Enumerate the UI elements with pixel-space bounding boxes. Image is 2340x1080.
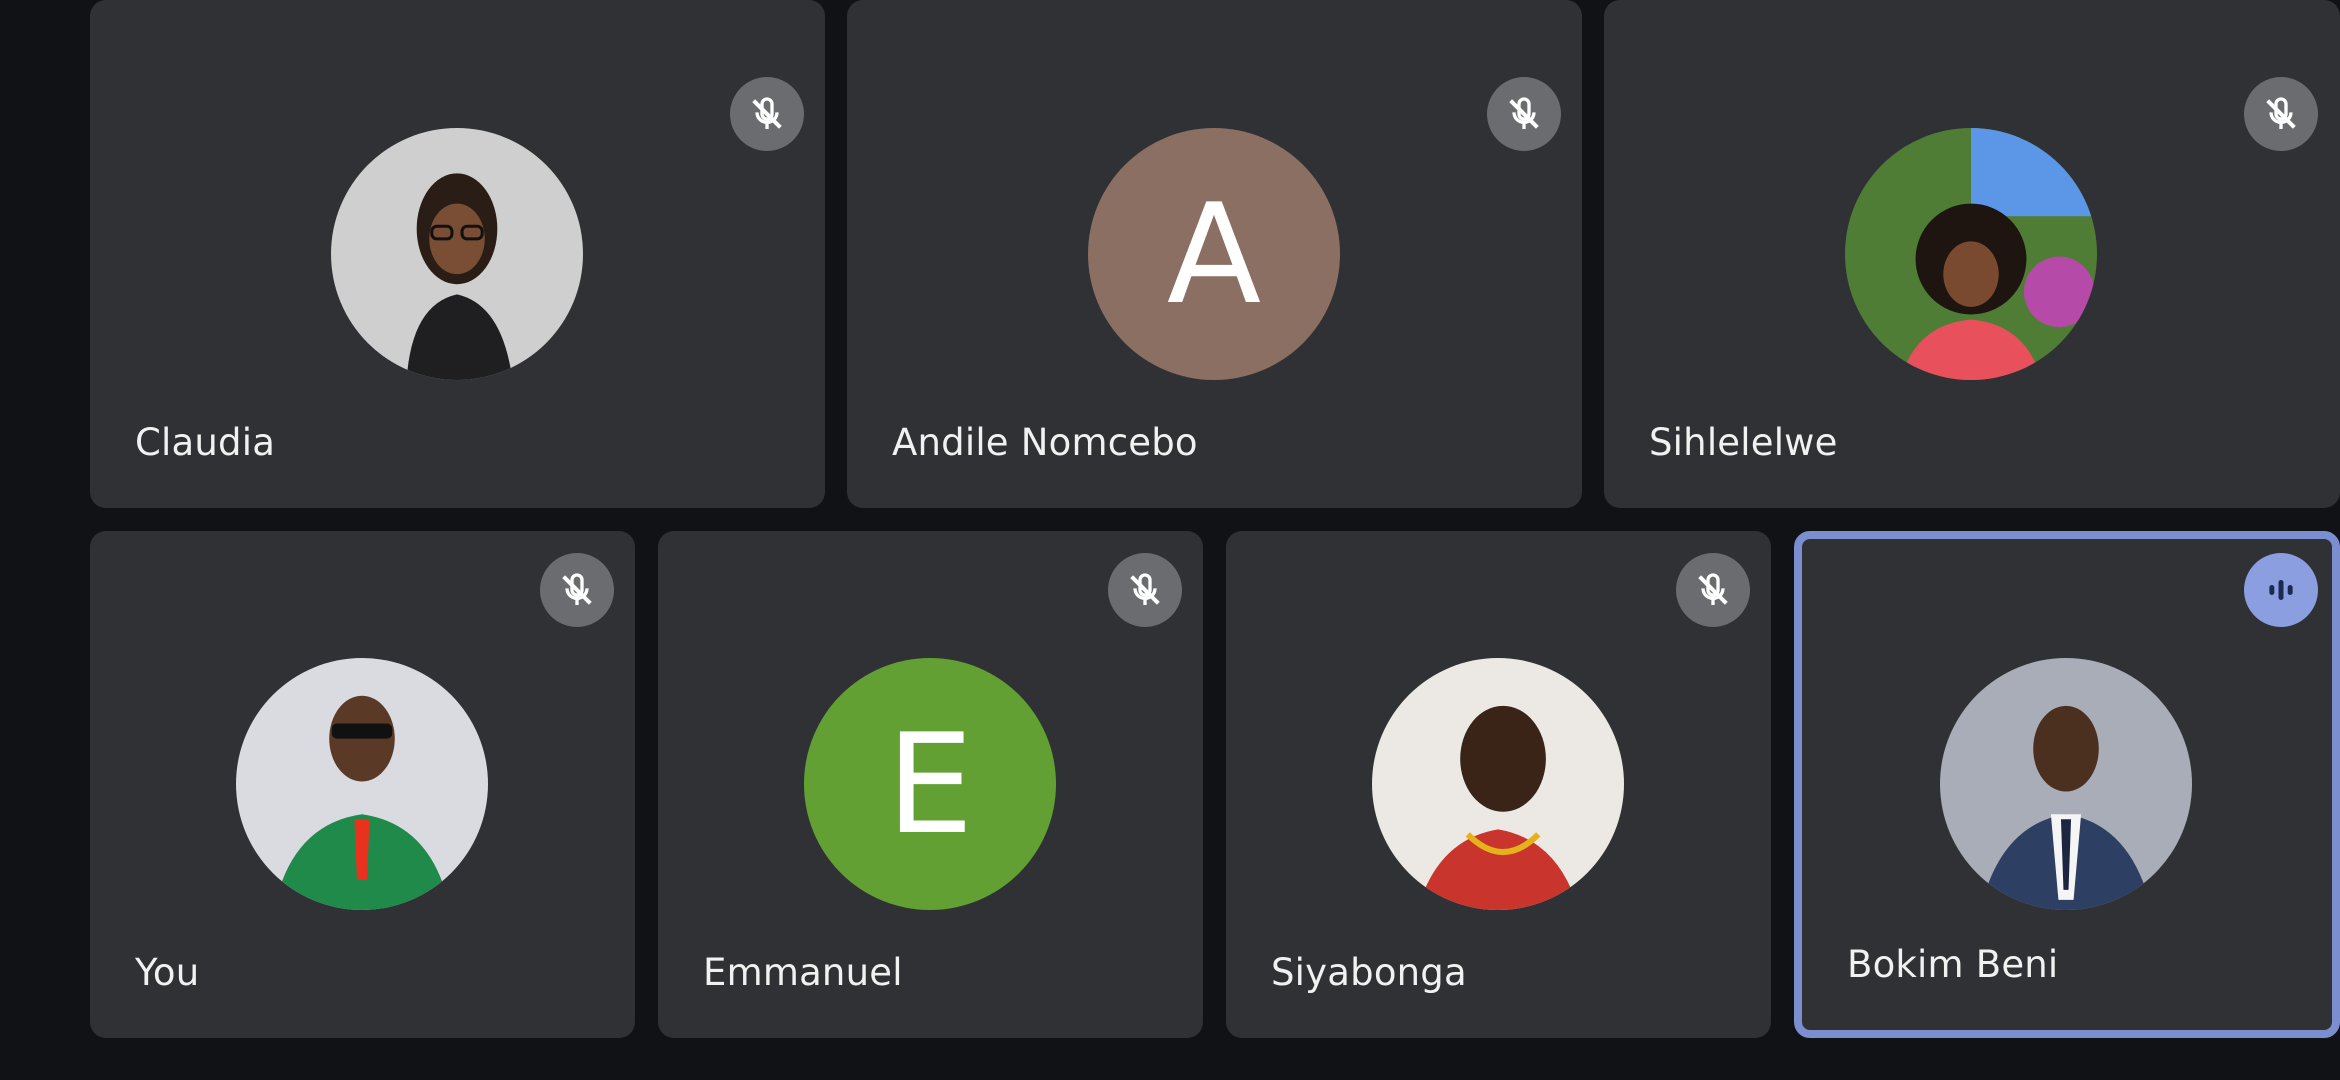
avatar-initial: E bbox=[804, 658, 1056, 910]
meeting-grid: Claudia A Andile Nomcebo Sihlelelwe You … bbox=[0, 0, 2340, 1080]
participant-name: You bbox=[135, 951, 200, 994]
participant-tile-siyabonga[interactable]: Siyabonga bbox=[1226, 531, 1771, 1038]
avatar-initial: A bbox=[1088, 128, 1340, 380]
participant-name: Claudia bbox=[135, 421, 276, 464]
participant-tile-claudia[interactable]: Claudia bbox=[90, 0, 825, 508]
muted-mic-icon bbox=[1108, 553, 1182, 627]
participant-tile-andile-nomcebo[interactable]: A Andile Nomcebo bbox=[847, 0, 1582, 508]
participant-name: Bokim Beni bbox=[1847, 943, 2059, 986]
participant-tile-you[interactable]: You bbox=[90, 531, 635, 1038]
participant-name: Emmanuel bbox=[703, 951, 903, 994]
avatar bbox=[1845, 128, 2097, 380]
muted-mic-icon bbox=[730, 77, 804, 151]
speaking-indicator-icon bbox=[2244, 553, 2318, 627]
avatar bbox=[1372, 658, 1624, 910]
muted-mic-icon bbox=[1487, 77, 1561, 151]
participant-name: Andile Nomcebo bbox=[892, 421, 1198, 464]
muted-mic-icon bbox=[1676, 553, 1750, 627]
avatar bbox=[236, 658, 488, 910]
participant-tile-bokim-beni[interactable]: Bokim Beni bbox=[1794, 531, 2340, 1038]
participant-name: Siyabonga bbox=[1271, 951, 1467, 994]
participant-tile-emmanuel[interactable]: E Emmanuel bbox=[658, 531, 1203, 1038]
muted-mic-icon bbox=[2244, 77, 2318, 151]
participant-name: Sihlelelwe bbox=[1649, 421, 1838, 464]
avatar bbox=[331, 128, 583, 380]
avatar bbox=[1940, 658, 2192, 910]
participant-tile-sihlelelwe[interactable]: Sihlelelwe bbox=[1604, 0, 2340, 508]
muted-mic-icon bbox=[540, 553, 614, 627]
